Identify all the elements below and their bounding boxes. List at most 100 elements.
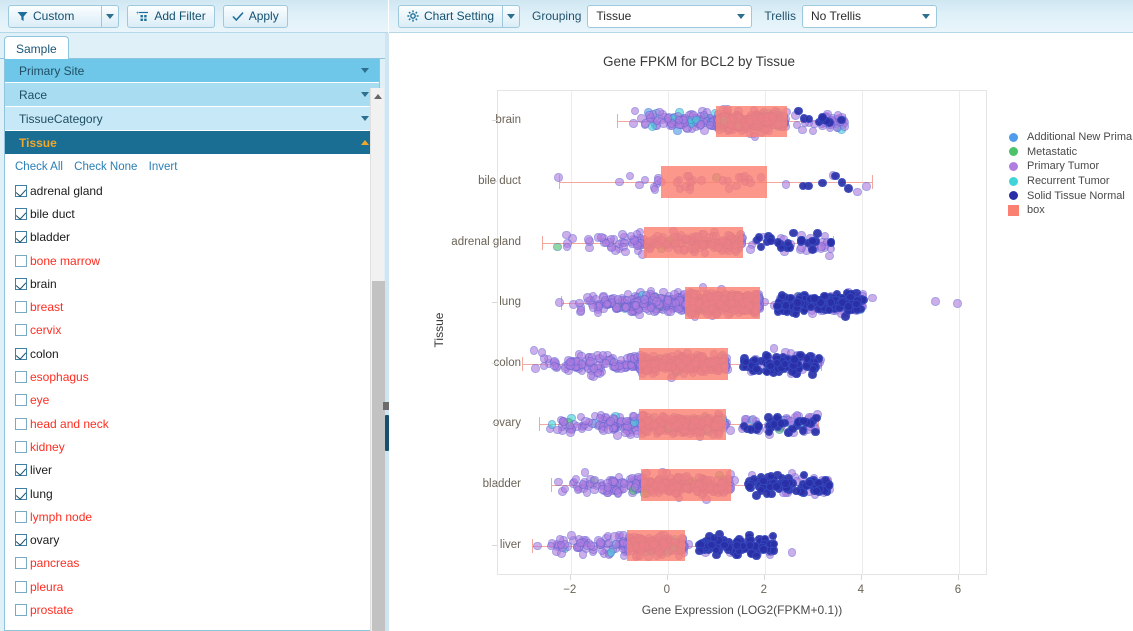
data-point: [674, 540, 683, 549]
data-point: [588, 419, 597, 428]
data-point: [784, 474, 793, 483]
data-point: [711, 544, 720, 553]
data-point: [723, 245, 732, 254]
data-point: [690, 363, 699, 372]
data-point: [697, 484, 706, 493]
data-point: [621, 300, 630, 309]
filter-item-liver[interactable]: liver: [15, 459, 379, 482]
filter-item-head-and-neck[interactable]: head and neck: [15, 412, 379, 435]
grouping-select[interactable]: Tissue: [587, 5, 752, 28]
checkbox-icon[interactable]: [15, 301, 27, 313]
data-point: [729, 115, 738, 124]
custom-filter-button[interactable]: Custom: [8, 5, 101, 28]
plot-area[interactable]: [497, 90, 987, 575]
filter-item-pancreas[interactable]: pancreas: [15, 552, 379, 575]
accordion-tissue[interactable]: Tissue: [5, 131, 379, 155]
checkbox-icon[interactable]: [15, 604, 27, 616]
filter-list-scrollbar[interactable]: [370, 88, 384, 631]
checkbox-icon[interactable]: [15, 255, 27, 267]
checkbox-icon[interactable]: [15, 231, 27, 243]
add-filter-button[interactable]: + Add Filter: [127, 5, 214, 28]
legend-item-box[interactable]: box: [1009, 203, 1133, 218]
filter-item-colon[interactable]: colon: [15, 342, 379, 365]
data-point: [665, 113, 674, 122]
checkbox-icon[interactable]: [15, 208, 27, 220]
checkbox-icon[interactable]: [15, 581, 27, 593]
checkbox-icon[interactable]: [15, 488, 27, 500]
checkbox-icon[interactable]: [15, 371, 27, 383]
checkbox-icon[interactable]: [15, 441, 27, 453]
filter-item-cervix[interactable]: cervix: [15, 319, 379, 342]
checkbox-icon[interactable]: [15, 557, 27, 569]
data-point: [604, 299, 613, 308]
legend-item-Recurrent-Tumor[interactable]: Recurrent Tumor: [1009, 174, 1133, 189]
data-point: [630, 541, 639, 550]
data-point: [701, 548, 710, 557]
checkbox-icon[interactable]: [15, 418, 27, 430]
data-point: [661, 426, 670, 435]
data-point: [832, 300, 841, 309]
filter-item-lymph-node[interactable]: lymph node: [15, 505, 379, 528]
checkbox-icon[interactable]: [15, 348, 27, 360]
data-point: [819, 306, 828, 315]
data-point: [555, 541, 564, 550]
checkbox-icon[interactable]: [15, 511, 27, 523]
data-point: [802, 418, 811, 427]
invert-link[interactable]: Invert: [149, 161, 178, 173]
filter-item-brain[interactable]: brain: [15, 272, 379, 295]
check-none-link[interactable]: Check None: [74, 161, 137, 173]
filter-item-kidney[interactable]: kidney: [15, 435, 379, 458]
filter-item-eye[interactable]: eye: [15, 389, 379, 412]
checkbox-icon[interactable]: [15, 324, 27, 336]
data-point: [781, 122, 790, 131]
checkbox-icon[interactable]: [15, 534, 27, 546]
data-point: [692, 294, 701, 303]
data-point: [623, 422, 632, 431]
data-point: [720, 292, 729, 301]
accordion-race[interactable]: Race: [5, 83, 379, 107]
accordion-tissuecategory[interactable]: TissueCategory: [5, 107, 379, 131]
checkbox-icon[interactable]: [15, 464, 27, 476]
checkbox-icon[interactable]: [15, 394, 27, 406]
scrollbar-thumb[interactable]: [372, 281, 385, 631]
data-point: [859, 296, 868, 305]
chart-setting-button[interactable]: Chart Setting: [398, 5, 502, 28]
data-point: [681, 483, 690, 492]
data-point: [787, 369, 796, 378]
filter-item-breast[interactable]: breast: [15, 295, 379, 318]
accordion-primary-site[interactable]: Primary Site: [5, 59, 379, 83]
data-point: [679, 352, 688, 361]
legend-item-Solid-Tissue-Normal[interactable]: Solid Tissue Normal: [1009, 188, 1133, 203]
data-point: [585, 418, 594, 427]
filter-item-lung[interactable]: lung: [15, 482, 379, 505]
filter-item-bone-marrow[interactable]: bone marrow: [15, 249, 379, 272]
legend-item-Primary-Tumor[interactable]: Primary Tumor: [1009, 159, 1133, 174]
chart-setting-dropdown-arrow[interactable]: [502, 5, 520, 28]
filter-item-pleura[interactable]: pleura: [15, 575, 379, 598]
data-point: [680, 295, 689, 304]
data-point: [697, 240, 706, 249]
filter-item-adrenal-gland[interactable]: adrenal gland: [15, 179, 379, 202]
legend-item-Metastatic[interactable]: Metastatic: [1009, 145, 1133, 160]
tab-sample[interactable]: Sample: [4, 36, 69, 60]
data-point: [684, 116, 693, 125]
scroll-up-button[interactable]: [371, 88, 385, 104]
trellis-select[interactable]: No Trellis: [802, 5, 937, 28]
data-point: [684, 236, 693, 245]
custom-filter-dropdown-arrow[interactable]: [101, 5, 119, 28]
filter-item-bladder[interactable]: bladder: [15, 226, 379, 249]
apply-filter-button[interactable]: Apply: [223, 5, 288, 28]
data-point: [652, 304, 661, 313]
legend-item-Additional-New-Prima[interactable]: Additional New Prima: [1009, 130, 1133, 145]
data-point: [840, 303, 849, 312]
checkbox-icon[interactable]: [15, 278, 27, 290]
checkbox-icon[interactable]: [15, 185, 27, 197]
filter-item-bile-duct[interactable]: bile duct: [15, 202, 379, 225]
data-point: [634, 358, 643, 367]
filter-item-prostate[interactable]: prostate: [15, 598, 379, 621]
check-all-link[interactable]: Check All: [15, 161, 63, 173]
filter-item-esophagus[interactable]: esophagus: [15, 365, 379, 388]
data-point: [852, 306, 861, 315]
data-point: [806, 301, 815, 310]
filter-item-ovary[interactable]: ovary: [15, 528, 379, 551]
